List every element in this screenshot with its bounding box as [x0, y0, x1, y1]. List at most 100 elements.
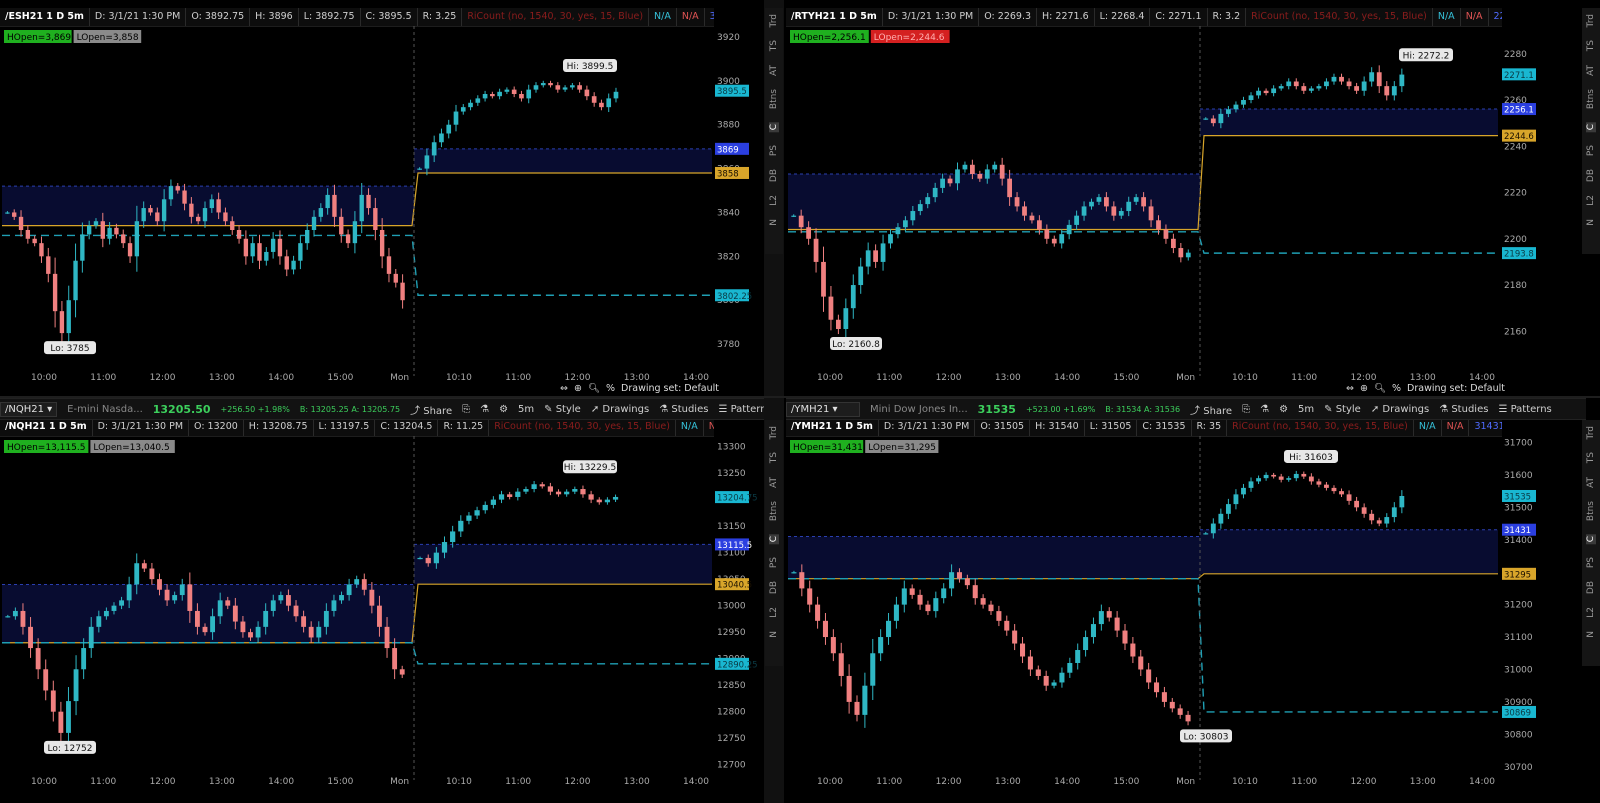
sidebar-tab-ps[interactable]: PS: [1586, 557, 1596, 568]
style-button[interactable]: ✎ Style: [1324, 404, 1361, 415]
patterns-button[interactable]: ☰ Patterns: [1498, 404, 1551, 415]
pan-icon[interactable]: ⇔: [1346, 383, 1354, 394]
x-tick-label: 11:00: [90, 777, 116, 787]
candle-body: [5, 616, 11, 618]
svg-text:Hi: 2272.2: Hi: 2272.2: [1403, 51, 1450, 61]
sidebar-tab-trd[interactable]: Trd: [769, 426, 779, 439]
symbol-selector[interactable]: /NQH21 ▾: [0, 401, 58, 417]
crosshair-icon[interactable]: ⊕: [1360, 383, 1368, 394]
chart-pane-nq[interactable]: /NQH21 1 D 5m D: 3/1/21 1:30 PM O: 13200 H:…: [0, 418, 762, 803]
share-button[interactable]: ⤴ Share: [1190, 402, 1232, 417]
sidebar-tab-l2[interactable]: L2: [1586, 195, 1596, 206]
toolbar-icon-3[interactable]: ⚙: [499, 404, 508, 415]
zoom-icon[interactable]: 🔍︎: [588, 383, 600, 394]
toolbar-icon-2[interactable]: ⚗: [480, 404, 489, 415]
crosshair-icon[interactable]: ⊕: [574, 383, 582, 394]
sidebar-tab-n[interactable]: N: [1586, 631, 1596, 638]
price-chart[interactable]: Hi: 3899.5Lo: 37853920390038803860384038…: [0, 8, 762, 394]
drawing-set-label[interactable]: Drawing set: Default: [621, 383, 719, 394]
drawings-button[interactable]: ➚ Drawings: [1371, 404, 1429, 415]
sidebar-tab-at[interactable]: AT: [1586, 477, 1596, 488]
x-tick-label: Mon: [1176, 777, 1195, 787]
sidebar-tab-at[interactable]: AT: [769, 65, 779, 76]
candle-body: [1098, 611, 1104, 625]
candle-body: [1241, 100, 1246, 105]
svg-text:31535: 31535: [1504, 492, 1531, 502]
sidebar-tab-db[interactable]: DB: [769, 581, 779, 594]
price-chart[interactable]: Hi: 2272.2Lo: 2160.822802260224022202200…: [786, 8, 1550, 394]
percent-icon[interactable]: %: [1392, 383, 1401, 394]
style-button[interactable]: ✎ Style: [544, 404, 581, 415]
toolbar-icon-2[interactable]: ⚗: [1260, 404, 1269, 415]
sidebar-tab-ts[interactable]: TS: [1586, 452, 1596, 463]
sidebar-tab-ts[interactable]: TS: [1586, 40, 1596, 51]
sidebar-tab-c[interactable]: C: [1586, 121, 1596, 133]
interval-button[interactable]: 5m: [518, 404, 534, 415]
sidebar-tab-c[interactable]: C: [769, 533, 779, 545]
sidebar-tab-n[interactable]: N: [769, 631, 779, 638]
sidebar-tab-trd[interactable]: Trd: [769, 14, 779, 27]
hi-label: Hi: 31603: [1284, 449, 1338, 463]
studies-button[interactable]: ⚗ Studies: [659, 404, 708, 415]
chart-pane-ym[interactable]: /YMH21 1 D 5m D: 3/1/21 1:30 PM O: 31505 H:…: [786, 418, 1550, 803]
price-chart[interactable]: Hi: 31603Lo: 308033170031600315003140031…: [786, 418, 1550, 803]
sidebar-tab-at[interactable]: AT: [1586, 65, 1596, 76]
sidebar-tab-btns[interactable]: Btns: [769, 89, 779, 109]
sidebar-tab-c[interactable]: C: [769, 121, 779, 133]
sidebar-tab-ps[interactable]: PS: [769, 145, 779, 156]
candle-body: [433, 552, 439, 564]
price-tag: 13204.75: [715, 491, 758, 504]
sidebar-tab-ts[interactable]: TS: [769, 452, 779, 463]
price-chart[interactable]: Hi: 13229.5Lo: 1275213300132501320013150…: [0, 418, 762, 803]
percent-icon[interactable]: %: [606, 383, 615, 394]
sidebar-tab-ps[interactable]: PS: [769, 557, 779, 568]
patterns-button[interactable]: ☰ Patterns: [718, 404, 764, 415]
symbol-selector[interactable]: /YMH21 ▾: [786, 401, 860, 417]
pan-icon[interactable]: ⇔: [560, 383, 568, 394]
sidebar-tab-btns[interactable]: Btns: [769, 501, 779, 521]
candle-body: [1233, 104, 1239, 110]
candle-body: [424, 155, 430, 169]
sidebar-tab-btns[interactable]: Btns: [1586, 501, 1596, 521]
candle-body: [791, 215, 797, 217]
zoom-icon[interactable]: 🔍︎: [1374, 383, 1386, 394]
sidebar-tab-n[interactable]: N: [1586, 219, 1596, 226]
chart-pane-es[interactable]: /ESH21 1 D 5m D: 3/1/21 1:30 PM O: 3892.75…: [0, 8, 762, 394]
interval-button[interactable]: 5m: [1298, 404, 1314, 415]
toolbar-icon-1[interactable]: ⎘: [1242, 404, 1250, 415]
candle-body: [1248, 481, 1254, 488]
open-badge: HOpen=3,869: [4, 30, 72, 43]
candle-body: [1075, 650, 1081, 663]
sidebar-tab-l2[interactable]: L2: [1586, 607, 1596, 618]
sidebar-tab-db[interactable]: DB: [1586, 169, 1596, 182]
candle-body: [1331, 487, 1337, 492]
drawings-button[interactable]: ➚ Drawings: [591, 404, 649, 415]
toolbar-icon-1[interactable]: ⎘: [462, 404, 470, 415]
drawing-set-label[interactable]: Drawing set: Default: [1407, 383, 1505, 394]
share-button[interactable]: ⤴ Share: [410, 402, 452, 417]
candle-body: [526, 89, 532, 99]
sidebar-tab-btns[interactable]: Btns: [1586, 89, 1596, 109]
sidebar-tab-db[interactable]: DB: [1586, 581, 1596, 594]
candle-body: [992, 164, 998, 170]
right-sidebar-top: Trd TS AT Btns C PS DB L2 N: [1582, 8, 1600, 254]
y-tick-label: 13300: [717, 443, 746, 453]
sidebar-tab-ps[interactable]: PS: [1586, 145, 1596, 156]
sidebar-tab-ts[interactable]: TS: [769, 40, 779, 51]
sidebar-tab-l2[interactable]: L2: [769, 607, 779, 618]
sidebar-tab-db[interactable]: DB: [769, 169, 779, 182]
candle-body: [243, 238, 249, 257]
sidebar-tab-l2[interactable]: L2: [769, 195, 779, 206]
sidebar-tab-trd[interactable]: Trd: [1586, 426, 1596, 439]
candle-body: [806, 227, 811, 239]
candle-body: [425, 557, 431, 564]
toolbar-icon-3[interactable]: ⚙: [1279, 404, 1288, 415]
sidebar-tab-c[interactable]: C: [1586, 533, 1596, 545]
studies-button[interactable]: ⚗ Studies: [1439, 404, 1488, 415]
x-tick-label: 10:10: [1232, 777, 1258, 787]
sidebar-tab-trd[interactable]: Trd: [1586, 14, 1596, 27]
sidebar-tab-n[interactable]: N: [769, 219, 779, 226]
candle-body: [1316, 481, 1322, 485]
sidebar-tab-at[interactable]: AT: [769, 477, 779, 488]
chart-pane-rty[interactable]: /RTYH21 1 D 5m D: 3/1/21 1:30 PM O: 2269.3…: [786, 8, 1550, 394]
